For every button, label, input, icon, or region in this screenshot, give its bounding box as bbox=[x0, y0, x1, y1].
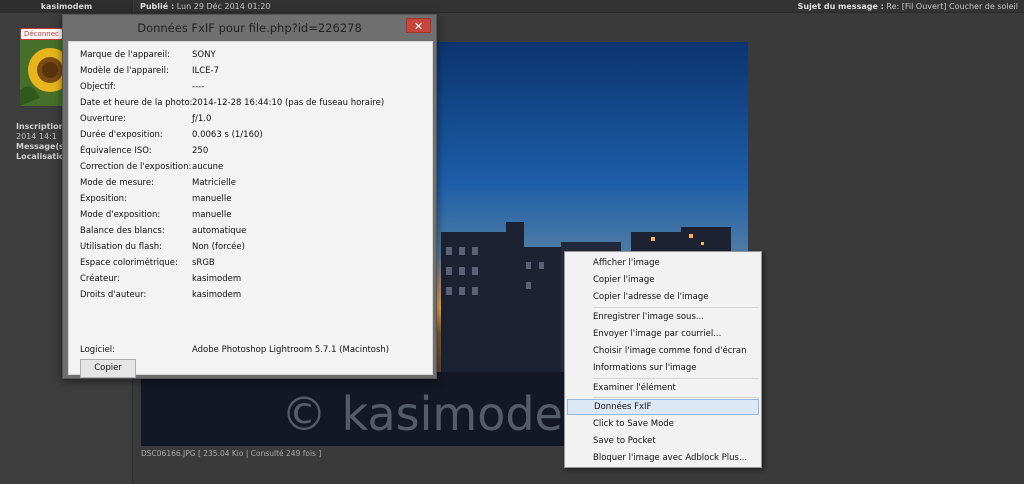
post-header: Publié : Lun 29 Déc 2014 01:20 Sujet du … bbox=[134, 0, 1024, 13]
exif-value: Matricielle bbox=[192, 178, 236, 188]
exif-row: Modèle de l'appareil: ILCE-7 bbox=[80, 63, 430, 79]
menu-item-set-wallpaper[interactable]: Choisir l'image comme fond d'écran bbox=[567, 343, 759, 359]
post-date: Publié : Lun 29 Déc 2014 01:20 bbox=[140, 0, 270, 13]
exif-row: Droits d'auteur: kasimodem bbox=[80, 287, 430, 303]
avatar bbox=[20, 40, 64, 106]
post-published-value: Lun 29 Déc 2014 01:20 bbox=[176, 2, 271, 11]
exif-row: Date et heure de la photo: 2014-12-28 16:… bbox=[80, 95, 430, 111]
exif-value: sRGB bbox=[192, 258, 215, 268]
menu-item-fxif-data[interactable]: Données FxIF bbox=[567, 399, 759, 415]
photo-caption: DSC06166.JPG [ 235.04 Kio | Consulté 249… bbox=[141, 449, 322, 458]
exif-value: 0.0063 s (1/160) bbox=[192, 130, 263, 140]
exif-row: Objectif: ---- bbox=[80, 79, 430, 95]
menu-separator bbox=[593, 397, 759, 398]
menu-separator bbox=[593, 307, 759, 308]
copy-button[interactable]: Copier bbox=[80, 359, 136, 378]
exif-row: Équivalence ISO: 250 bbox=[80, 143, 430, 159]
exif-dialog: Données FxIF pour file.php?id=226278 ✕ M… bbox=[62, 14, 437, 379]
exif-row: Créateur: kasimodem bbox=[80, 271, 430, 287]
exif-value: 2014-12-28 16:44:10 (pas de fuseau horai… bbox=[192, 98, 385, 108]
exif-value: aucune bbox=[192, 162, 224, 172]
exif-row: Correction de l'exposition: aucune bbox=[80, 159, 430, 175]
exif-value: Adobe Photoshop Lightroom 5.7.1 (Macinto… bbox=[192, 345, 390, 355]
exif-label: Mode de mesure: bbox=[80, 178, 154, 188]
photo-watermark: © kasimode bbox=[281, 387, 563, 441]
menu-item-email-image[interactable]: Envoyer l'image par courriel... bbox=[567, 326, 759, 342]
menu-separator bbox=[593, 378, 759, 379]
menu-item-click-to-save[interactable]: Click to Save Mode bbox=[567, 416, 759, 432]
exif-label: Objectif: bbox=[80, 82, 116, 92]
exif-row: Espace colorimétrique: sRGB bbox=[80, 255, 430, 271]
exif-label: Mode d'exposition: bbox=[80, 210, 161, 220]
profile-joined-label: Inscription bbox=[16, 122, 65, 131]
exif-row-software: Logiciel: Adobe Photoshop Lightroom 5.7.1… bbox=[80, 342, 430, 358]
profile-location-label: Localisatio bbox=[16, 152, 65, 161]
exif-value: Non (forcée) bbox=[192, 242, 245, 252]
post-subject-label: Sujet du message : bbox=[797, 2, 884, 11]
exif-label: Modèle de l'appareil: bbox=[80, 66, 169, 76]
profile-joined-value: 2014 14:1 bbox=[16, 132, 57, 141]
exif-label: Date et heure de la photo: bbox=[80, 98, 193, 108]
exif-label: Utilisation du flash: bbox=[80, 242, 162, 252]
post-subject-value: Re: [Fil Ouvert] Coucher de soleil bbox=[886, 2, 1018, 11]
exif-label: Correction de l'exposition: bbox=[80, 162, 192, 172]
exif-value: automatique bbox=[192, 226, 247, 236]
menu-item-image-info[interactable]: Informations sur l'image bbox=[567, 360, 759, 376]
exif-label: Exposition: bbox=[80, 194, 127, 204]
menu-item-save-to-pocket[interactable]: Save to Pocket bbox=[567, 433, 759, 449]
profile-messages-label: Message(s bbox=[16, 142, 64, 151]
exif-label: Marque de l'appareil: bbox=[80, 50, 170, 60]
exif-label: Créateur: bbox=[80, 274, 120, 284]
exif-row: Balance des blancs: automatique bbox=[80, 223, 430, 239]
author-username[interactable]: kasimodem bbox=[0, 0, 133, 13]
close-icon: ✕ bbox=[413, 20, 424, 33]
exif-label: Logiciel: bbox=[80, 345, 116, 355]
exif-value: manuelle bbox=[192, 194, 232, 204]
offline-badge: Déconnec bbox=[20, 28, 63, 40]
context-menu: Afficher l'image Copier l'image Copier l… bbox=[564, 251, 762, 468]
profile-info: Inscription 2014 14:1 Message(s Localisa… bbox=[16, 122, 64, 162]
menu-item-inspect-element[interactable]: Examiner l'élément bbox=[567, 380, 759, 396]
exif-row: Marque de l'appareil: SONY bbox=[80, 47, 430, 63]
exif-value: kasimodem bbox=[192, 274, 242, 284]
exif-label: Espace colorimétrique: bbox=[80, 258, 178, 268]
exif-value: manuelle bbox=[192, 210, 232, 220]
menu-item-view-image[interactable]: Afficher l'image bbox=[567, 255, 759, 271]
exif-value: 250 bbox=[192, 146, 209, 156]
exif-label: Balance des blancs: bbox=[80, 226, 165, 236]
dialog-body: Marque de l'appareil: SONY Modèle de l'ap… bbox=[68, 41, 433, 378]
exif-label: Ouverture: bbox=[80, 114, 126, 124]
exif-value: kasimodem bbox=[192, 290, 242, 300]
menu-item-copy-image[interactable]: Copier l'image bbox=[567, 272, 759, 288]
exif-label: Droits d'auteur: bbox=[80, 290, 147, 300]
exif-row: Mode d'exposition: manuelle bbox=[80, 207, 430, 223]
close-button[interactable]: ✕ bbox=[406, 18, 431, 33]
exif-row: Mode de mesure: Matricielle bbox=[80, 175, 430, 191]
menu-item-save-image[interactable]: Enregistrer l'image sous... bbox=[567, 309, 759, 325]
exif-row: Durée d'exposition: 0.0063 s (1/160) bbox=[80, 127, 430, 143]
exif-value: ---- bbox=[192, 82, 205, 92]
menu-item-copy-image-address[interactable]: Copier l'adresse de l'image bbox=[567, 289, 759, 305]
exif-value: ƒ/1.0 bbox=[192, 114, 212, 124]
exif-row: Utilisation du flash: Non (forcée) bbox=[80, 239, 430, 255]
exif-row: Exposition: manuelle bbox=[80, 191, 430, 207]
exif-value: ILCE-7 bbox=[192, 66, 220, 76]
exif-row: Ouverture: ƒ/1.0 bbox=[80, 111, 430, 127]
menu-item-adblock[interactable]: Bloquer l'image avec Adblock Plus... bbox=[567, 450, 759, 466]
dialog-title: Données FxIF pour file.php?id=226278 bbox=[137, 21, 362, 35]
exif-value: SONY bbox=[192, 50, 216, 60]
post-published-label: Publié : bbox=[140, 2, 175, 11]
exif-label: Durée d'exposition: bbox=[80, 130, 163, 140]
exif-label: Équivalence ISO: bbox=[80, 146, 152, 156]
post-subject: Sujet du message : Re: [Fil Ouvert] Couc… bbox=[798, 0, 1018, 13]
